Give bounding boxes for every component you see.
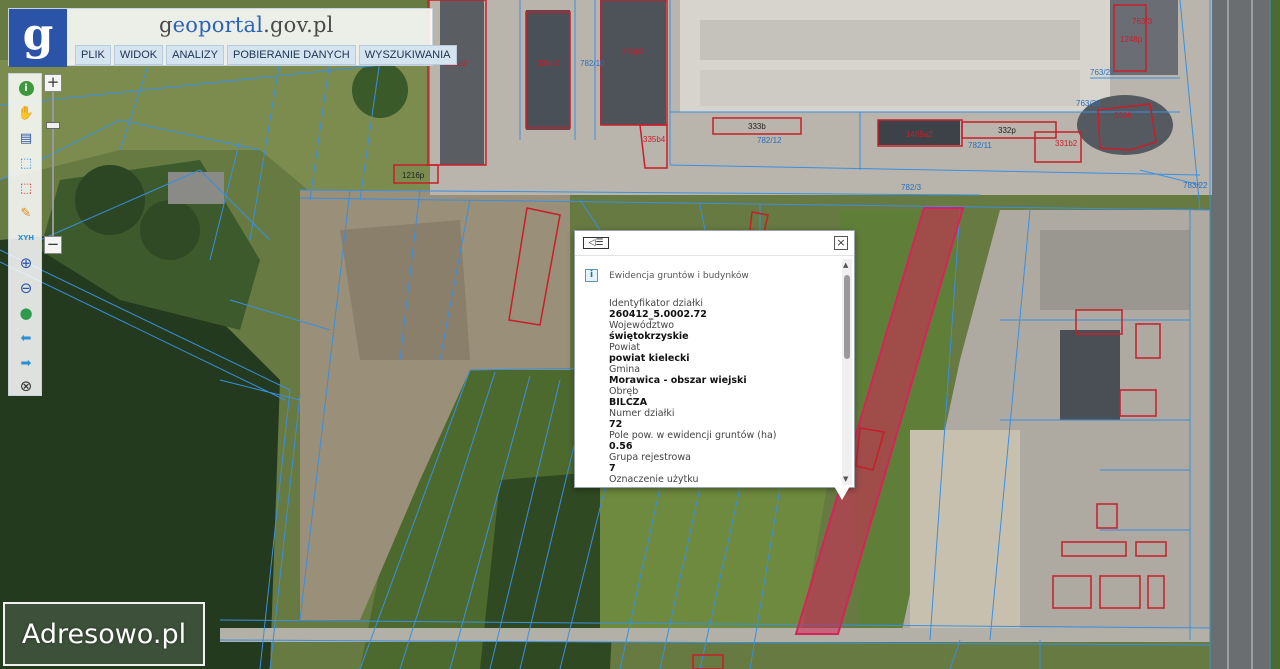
map-label-334p2: 334p2 <box>622 47 645 56</box>
map-label-763-3: 763/3 <box>1132 17 1153 26</box>
popup-scrollbar[interactable]: ▲ ▼ <box>842 259 852 485</box>
map-label-1469a2: 1469a2 <box>906 130 933 139</box>
field-label: Oznaczenie użytku <box>609 474 699 485</box>
select-area-icon: ⬚ <box>19 180 33 196</box>
zoom-in-tool-button[interactable]: ⊕ <box>16 253 36 273</box>
map-label-782-10: 782/10 <box>580 59 605 68</box>
select-icon: ⬚ <box>19 155 33 171</box>
legend-tool-button[interactable]: ▤ <box>16 128 36 148</box>
field-value-register-group: 7 <box>609 463 616 474</box>
map-label-783-22: 783/22 <box>1183 181 1208 190</box>
clear-icon: ⊗ <box>19 376 33 395</box>
zoom-out-button[interactable]: − <box>44 236 62 254</box>
map-label-1248p: 1248p <box>1120 35 1143 44</box>
select-area-tool-button[interactable]: ⬚ <box>16 178 36 198</box>
brand-suffix: .gov.pl <box>263 13 334 37</box>
map-label-1216p: 1216p <box>402 171 425 180</box>
field-value-voivodeship: świętokrzyskie <box>609 331 689 342</box>
brand-main: eoportal <box>172 13 264 37</box>
field-label: Pole pow. w ewidencji gruntów (ha) <box>609 430 777 441</box>
field-label: Numer działki <box>609 408 675 419</box>
draw-icon: ✎ <box>20 205 32 221</box>
xyh-coordinates-icon: XYH <box>17 233 35 242</box>
info-tool-button[interactable]: i <box>16 78 36 98</box>
menu-pobieranie-danych[interactable]: POBIERANIE DANYCH <box>227 45 356 65</box>
map-label-330h: 330h <box>1114 111 1132 120</box>
menu-analizy[interactable]: ANALIZY <box>166 45 224 65</box>
map-label-782-11: 782/11 <box>968 141 992 150</box>
map-label-333b: 333b <box>748 122 766 131</box>
clear-tool-button[interactable]: ⊗ <box>16 376 36 396</box>
section-title: Ewidencja gruntów i budynków <box>609 270 749 281</box>
globe-icon: ● <box>19 303 33 322</box>
scroll-thumb[interactable] <box>844 275 850 359</box>
field-value-county: powiat kielecki <box>609 353 690 364</box>
brand-title: geoportal.gov.pl <box>159 13 334 37</box>
forward-tool-button[interactable]: ➡ <box>16 353 36 373</box>
zoom-out-icon: ⊖ <box>19 278 33 297</box>
forward-arrow-icon: ➡ <box>20 355 32 371</box>
zoom-in-icon: ⊕ <box>19 253 33 272</box>
main-menu: PLIK WIDOK ANALIZY POBIERANIE DANYCH WYS… <box>75 45 457 65</box>
popup-close-button[interactable]: × <box>834 236 848 250</box>
zoom-slider: + − <box>44 74 64 254</box>
popup-header: ◁☰ × <box>575 231 854 256</box>
globe-tool-button[interactable]: ● <box>16 303 36 323</box>
menu-wyszukiwania[interactable]: WYSZUKIWANIA <box>358 45 457 65</box>
pan-hand-icon: ✋ <box>17 105 35 121</box>
map-label-782-12: 782/12 <box>757 136 782 145</box>
parcel-attributes: Identyfikator działki 260412_5.0002.72 W… <box>609 298 841 485</box>
popup-menu-back-button[interactable]: ◁☰ <box>583 237 609 249</box>
field-value-parcel-id: 260412_5.0002.72 <box>609 309 707 320</box>
draw-tool-button[interactable]: ✎ <box>16 203 36 223</box>
zoom-out-tool-button[interactable]: ⊖ <box>16 278 36 298</box>
scroll-down-icon[interactable]: ▼ <box>843 475 848 483</box>
field-label: Obręb <box>609 386 639 397</box>
scroll-up-icon[interactable]: ▲ <box>843 261 848 269</box>
map-label-338p2: 338p2 <box>537 59 560 68</box>
info-icon: i <box>585 269 598 282</box>
field-value-commune: Morawica - obszar wiejski <box>609 375 747 386</box>
logo-letter: g <box>22 9 54 60</box>
back-arrow-icon: ⬅ <box>20 330 32 346</box>
app-header: g geoportal.gov.pl PLIK WIDOK ANALIZY PO… <box>8 8 457 67</box>
zoom-in-button[interactable]: + <box>44 74 62 92</box>
menu-plik[interactable]: PLIK <box>75 45 111 65</box>
select-tool-button[interactable]: ⬚ <box>16 153 36 173</box>
field-label: Gmina <box>609 364 641 375</box>
adresowo-watermark: Adresowo.pl <box>3 602 205 666</box>
popup-pointer <box>834 486 850 500</box>
back-tool-button[interactable]: ⬅ <box>16 328 36 348</box>
xyh-tool-button[interactable]: XYH <box>16 228 36 248</box>
menu-widok[interactable]: WIDOK <box>113 45 164 65</box>
brand-prefix: g <box>159 13 173 37</box>
info-icon: i <box>18 80 34 96</box>
popup-content: i Ewidencja gruntów i budynków Identyfik… <box>575 257 841 487</box>
legend-icon: ▤ <box>19 130 33 146</box>
map-toolbar: i ✋ ▤ ⬚ ⬚ ✎ XYH ⊕ ⊖ ● ⬅ ➡ ⊗ <box>8 73 42 396</box>
field-label: Powiat <box>609 342 641 353</box>
map-label-763-29: 763/29 <box>1076 99 1101 108</box>
pan-tool-button[interactable]: ✋ <box>16 103 36 123</box>
map-label-335b4: 335b4 <box>643 135 666 144</box>
zoom-handle[interactable] <box>46 122 60 129</box>
geoportal-logo[interactable]: g <box>9 9 67 67</box>
map-label-763-23: 763/23 <box>1090 68 1115 77</box>
map-label-782-3: 782/3 <box>901 183 922 192</box>
map-label-331b2: 331b2 <box>1055 139 1078 148</box>
field-label: Województwo <box>609 320 675 331</box>
field-label: Grupa rejestrowa <box>609 452 691 463</box>
field-label: Identyfikator działki <box>609 298 703 309</box>
field-value-precinct: BILCZA <box>609 397 648 408</box>
section-header: i Ewidencja gruntów i budynków <box>585 265 841 284</box>
zoom-track[interactable] <box>52 92 54 236</box>
map-label-332p: 332p <box>998 126 1016 135</box>
parcel-info-popup: ◁☰ × i Ewidencja gruntów i budynków Iden… <box>574 230 855 488</box>
field-value-parcel-number: 72 <box>609 419 623 430</box>
field-value-area: 0.56 <box>609 441 633 452</box>
